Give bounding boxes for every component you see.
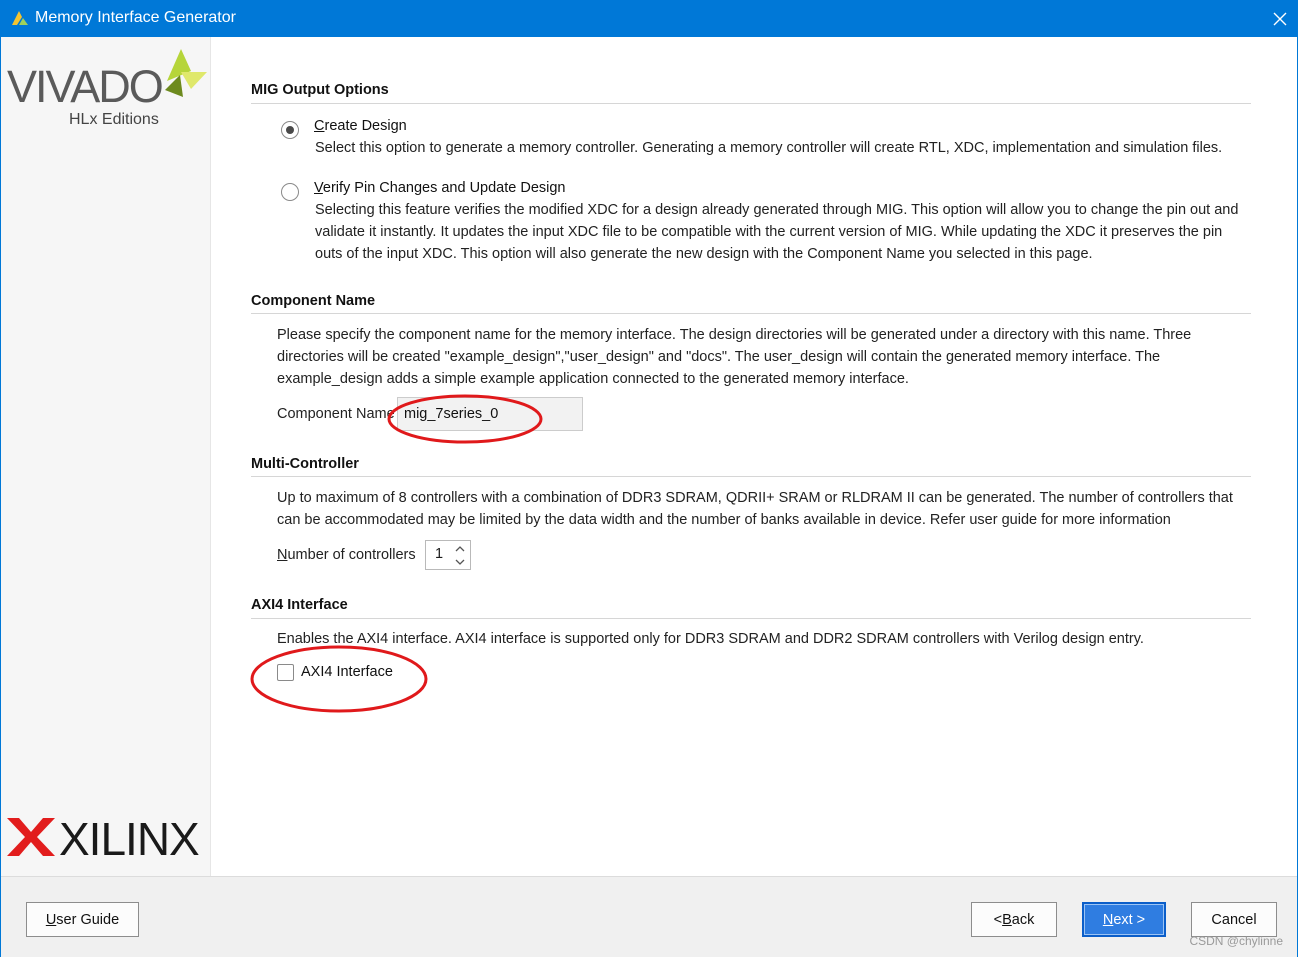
sidebar: VIVADO HLx Editions XILINX [1,37,211,876]
multi-controller-description-line-2: can be accommodated may be limited by th… [277,512,1171,528]
divider [251,313,1251,314]
component-description-line-3: example_design adds a simple example app… [277,371,909,387]
user-guide-button[interactable]: User Guide [26,902,139,937]
svg-text:HLx Editions: HLx Editions [69,111,159,125]
number-of-controllers-value: 1 [435,546,444,562]
component-name-input[interactable]: mig_7series_0 [397,397,583,431]
vivado-logo: VIVADO HLx Editions [7,49,207,125]
number-of-controllers-spinner[interactable]: 1 [425,540,471,570]
component-description-line-2: directories will be created "example_des… [277,349,1161,365]
main-content: MIG Output Options Create Design Select … [211,37,1296,876]
window-title: Memory Interface Generator [35,9,236,26]
verify-pin-changes-label[interactable]: Verify Pin Changes and Update Design [314,180,566,196]
verify-description-line-3: outs of the input XDC. This option will … [315,246,1093,262]
close-icon [1273,12,1286,25]
svg-text:VIVADO: VIVADO [7,61,162,112]
cancel-button[interactable]: Cancel [1191,902,1277,937]
verify-description-line-1: Selecting this feature verifies the modi… [315,202,1239,218]
watermark: CSDN @chylinne [1189,934,1283,948]
create-design-radio[interactable] [281,121,299,139]
axi4-interface-checkbox[interactable] [277,664,294,681]
section-title-output-options: MIG Output Options [251,82,389,98]
create-design-label[interactable]: Create Design [314,118,407,134]
verify-description-line-2: validate it instantly. It updates the in… [315,224,1223,240]
verify-pin-changes-radio[interactable] [281,183,299,201]
number-of-controllers-label: Number of controllers [277,547,416,563]
section-title-component-name: Component Name [251,293,376,309]
axi4-description: Enables the AXI4 interface. AXI4 interfa… [277,631,1144,647]
section-title-multi-controller: Multi-Controller [251,456,359,472]
xilinx-logo: XILINX [7,813,200,862]
svg-text:XILINX: XILINX [59,813,199,862]
divider [251,103,1251,104]
axi4-interface-checkbox-label[interactable]: AXI4 Interface [301,664,393,680]
dialog-footer: User Guide < Back Next > Cancel CSDN @ch… [1,876,1297,957]
spinner-up-button[interactable] [454,543,466,555]
vivado-app-icon [12,11,28,25]
next-button[interactable]: Next > [1082,902,1166,937]
component-name-label: Component Name [277,406,395,422]
multi-controller-description-line-1: Up to maximum of 8 controllers with a co… [277,490,1233,506]
create-design-description: Select this option to generate a memory … [315,140,1223,156]
divider [251,618,1251,619]
chevron-up-icon [455,546,465,552]
title-bar: Memory Interface Generator [0,0,1298,37]
section-title-axi4-interface: AXI4 Interface [251,597,348,613]
spinner-down-button[interactable] [454,556,466,568]
component-description-line-1: Please specify the component name for th… [277,327,1192,343]
chevron-down-icon [455,559,465,565]
close-button[interactable] [1261,0,1298,37]
divider [251,476,1251,477]
back-button[interactable]: < Back [971,902,1057,937]
